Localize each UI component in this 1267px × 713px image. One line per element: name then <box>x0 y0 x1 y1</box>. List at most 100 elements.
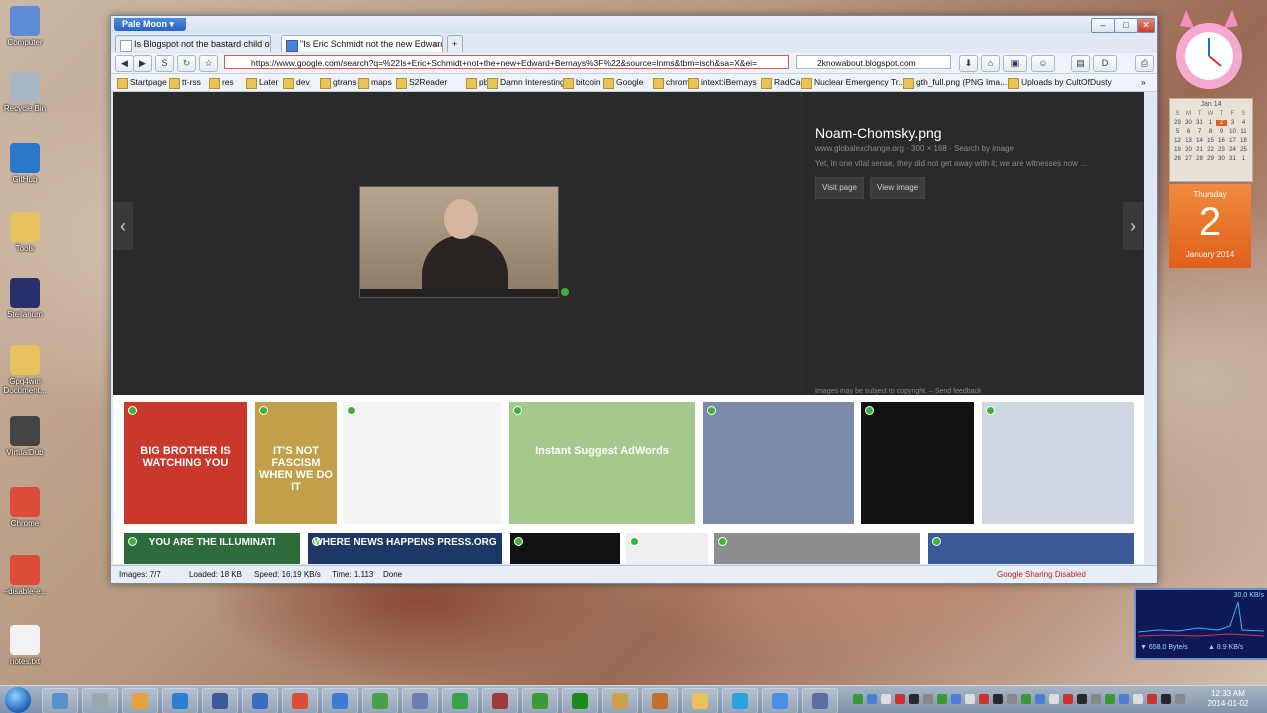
calendar-day[interactable]: 25 <box>1238 147 1249 153</box>
calendar-day[interactable]: 27 <box>1183 156 1194 162</box>
desktop-icon[interactable]: GitHub <box>2 143 48 184</box>
calendar-day[interactable]: 15 <box>1205 138 1216 144</box>
tray-icon[interactable] <box>951 694 961 704</box>
calendar-day[interactable]: 22 <box>1205 147 1216 153</box>
new-tab-button[interactable]: + <box>447 35 463 52</box>
calendar-day[interactable]: 2 <box>1216 120 1227 126</box>
image-result-thumb[interactable] <box>861 402 974 524</box>
tray-icon[interactable] <box>1049 694 1059 704</box>
desktop-icon[interactable]: Tools <box>2 212 48 253</box>
calendar-day[interactable]: 30 <box>1183 120 1194 126</box>
bookmark-item[interactable]: tt-rss <box>169 76 201 89</box>
close-button[interactable]: ✕ <box>1137 18 1155 33</box>
tray-icon[interactable] <box>1133 694 1143 704</box>
calendar-day[interactable]: 7 <box>1194 129 1205 135</box>
stop-icon[interactable]: S <box>155 55 174 72</box>
tray-icon[interactable] <box>1035 694 1045 704</box>
bookmark-item[interactable]: maps <box>358 76 392 89</box>
calendar-day[interactable]: 24 <box>1227 147 1238 153</box>
tray-icon[interactable] <box>909 694 919 704</box>
calendar-day[interactable]: 29 <box>1172 120 1183 126</box>
refresh-icon[interactable]: ↻ <box>177 55 196 72</box>
taskbar-app-button[interactable] <box>202 688 238 713</box>
taskbar-app-button[interactable] <box>82 688 118 713</box>
tab-google-images[interactable]: "Is Eric Schmidt not the new Edward ... … <box>281 35 443 52</box>
calendar-day[interactable]: 1 <box>1238 156 1249 162</box>
taskbar-app-button[interactable] <box>442 688 478 713</box>
tray-icon[interactable] <box>867 694 877 704</box>
taskbar-app-button[interactable] <box>42 688 78 713</box>
taskbar-app-button[interactable] <box>402 688 438 713</box>
library-icon[interactable]: ▤ <box>1071 55 1090 72</box>
addon-icon[interactable]: ▣ <box>1003 55 1027 72</box>
calendar-day[interactable]: 20 <box>1183 147 1194 153</box>
forward-button[interactable]: ▶ <box>133 55 152 72</box>
app-menu-button[interactable]: Pale Moon ▾ <box>114 18 186 31</box>
calendar-day[interactable]: 12 <box>1172 138 1183 144</box>
calendar-day[interactable]: 16 <box>1216 138 1227 144</box>
greasemonkey-icon[interactable]: ☺ <box>1031 55 1055 72</box>
maximize-button[interactable]: □ <box>1114 18 1138 33</box>
bookmark-item[interactable]: Startpage <box>117 76 167 89</box>
desktop-icon[interactable]: Stellarium <box>2 278 48 319</box>
image-result-thumb[interactable]: Instant Suggest AdWords <box>509 402 695 524</box>
calendar-day[interactable]: 26 <box>1172 156 1183 162</box>
image-result-thumb[interactable]: BIG BROTHER IS WATCHING YOU <box>124 402 247 524</box>
tray-icon[interactable] <box>979 694 989 704</box>
desktop-icon[interactable]: Chrome <box>2 487 48 528</box>
taskbar-app-button[interactable] <box>282 688 318 713</box>
preview-image[interactable] <box>359 186 559 298</box>
view-image-button[interactable]: View image <box>870 177 926 199</box>
calendar-day[interactable]: 1 <box>1205 120 1216 126</box>
taskbar-app-button[interactable] <box>362 688 398 713</box>
taskbar-clock[interactable]: 12:33 AM 2014-01-02 <box>1203 689 1253 709</box>
calendar-day[interactable]: 4 <box>1238 120 1249 126</box>
calendar-day[interactable]: 23 <box>1216 147 1227 153</box>
download-icon[interactable]: ⬇ <box>959 55 978 72</box>
calendar-day[interactable]: 17 <box>1227 138 1238 144</box>
bookmark-item[interactable]: Later <box>246 76 278 89</box>
taskbar-app-button[interactable] <box>562 688 598 713</box>
image-result-thumb[interactable]: IT'S NOT FASCISM WHEN WE DO IT <box>255 402 337 524</box>
tray-icon[interactable] <box>1161 694 1171 704</box>
taskbar-app-button[interactable] <box>802 688 838 713</box>
tray-icon[interactable] <box>1147 694 1157 704</box>
tray-icon[interactable] <box>923 694 933 704</box>
calendar-day[interactable]: 31 <box>1227 156 1238 162</box>
calendar-day[interactable]: 19 <box>1172 147 1183 153</box>
tray-icon[interactable] <box>993 694 1003 704</box>
desktop-icon[interactable]: --disable-e... <box>2 555 48 596</box>
image-result-thumb[interactable] <box>714 533 920 564</box>
desktop-icon[interactable]: Computer <box>2 6 48 47</box>
image-result-thumb[interactable]: YOU ARE THE ILLUMINATI <box>124 533 300 564</box>
tray-icon[interactable] <box>1105 694 1115 704</box>
calendar-day[interactable]: 31 <box>1194 120 1205 126</box>
home-icon[interactable]: ⌂ <box>981 55 1000 72</box>
taskbar-app-button[interactable] <box>602 688 638 713</box>
bookmark-item[interactable]: res <box>209 76 234 89</box>
calendar-day[interactable]: 21 <box>1194 147 1205 153</box>
tray-icon[interactable] <box>1077 694 1087 704</box>
image-result-thumb[interactable] <box>626 533 708 564</box>
bookmark-item[interactable]: intext:iBernays <box>688 76 757 89</box>
calendar-day[interactable]: 30 <box>1216 156 1227 162</box>
calendar-day[interactable]: 29 <box>1205 156 1216 162</box>
image-result-thumb[interactable] <box>703 402 854 524</box>
calendar-day[interactable]: 9 <box>1216 129 1227 135</box>
taskbar-app-button[interactable] <box>122 688 158 713</box>
tab-blogspot[interactable]: Is Blogspot not the bastard child of C..… <box>115 35 271 52</box>
calendar-day[interactable]: 5 <box>1172 129 1183 135</box>
image-result-thumb[interactable] <box>928 533 1134 564</box>
visit-page-button[interactable]: Visit page <box>815 177 864 199</box>
bookmark-item[interactable]: Google <box>603 76 643 89</box>
calendar-day[interactable]: 10 <box>1227 129 1238 135</box>
calendar-day[interactable]: 13 <box>1183 138 1194 144</box>
tray-icon[interactable] <box>1119 694 1129 704</box>
tray-icon[interactable] <box>937 694 947 704</box>
taskbar-app-button[interactable] <box>762 688 798 713</box>
tray-icon[interactable] <box>1091 694 1101 704</box>
minimize-button[interactable]: – <box>1091 18 1115 33</box>
bookmark-item[interactable]: pb <box>466 76 488 89</box>
search-input[interactable]: 2knowabout.blogspot.com <box>796 55 951 69</box>
bookmark-item[interactable]: gth_full.png (PNG Ima... <box>903 76 1007 89</box>
